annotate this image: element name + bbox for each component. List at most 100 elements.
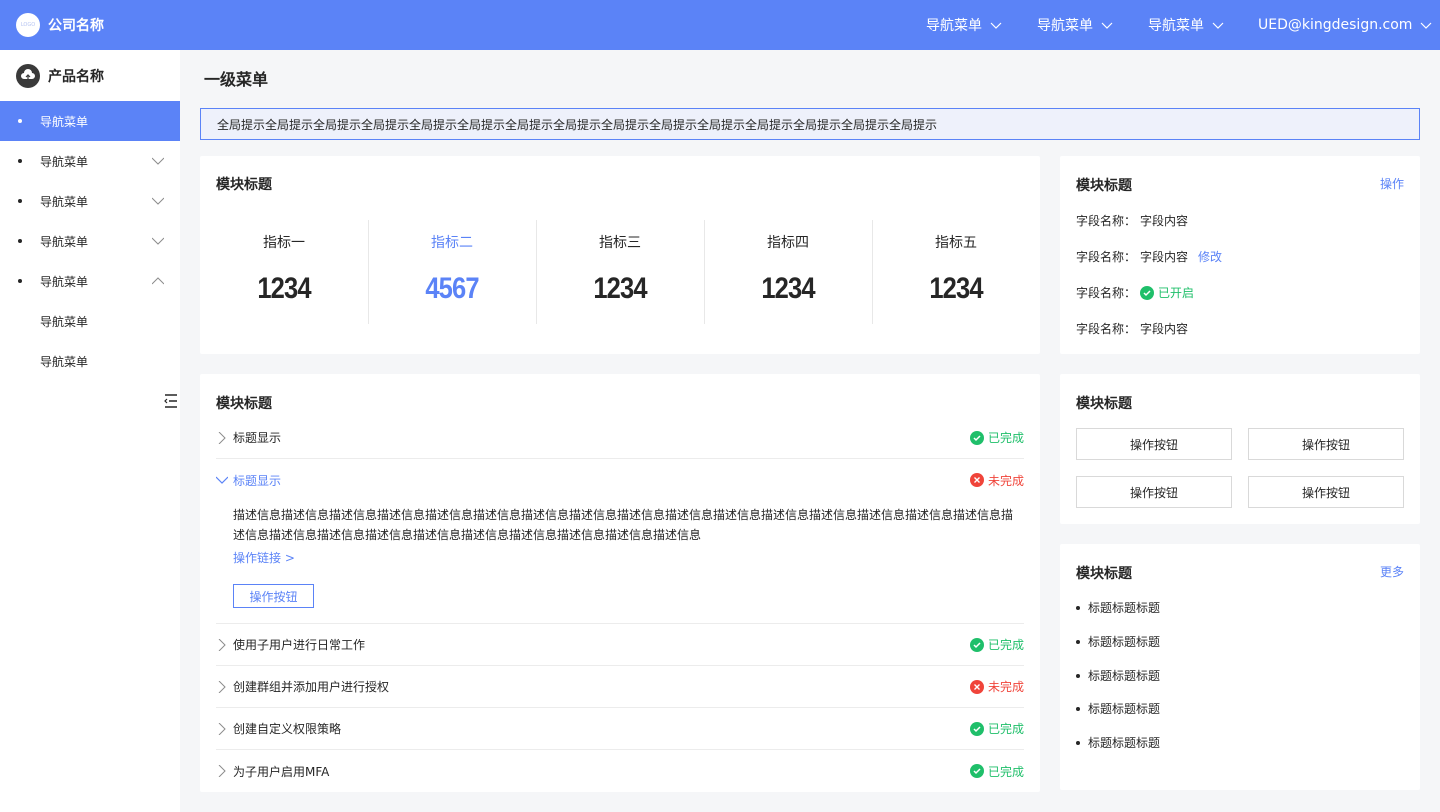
metric-value: 1234 (257, 272, 311, 305)
field-row: 字段名称： 字段内容 (1076, 212, 1188, 229)
sidebar-item-4[interactable]: 导航菜单 (0, 221, 180, 261)
company-name: 公司名称 (48, 18, 104, 34)
product-name: 产品名称 (48, 69, 104, 85)
field-label: 字段名称： (1076, 286, 1137, 300)
accordion-card: 模块标题 标题显示 已完成 标题显示 未完成 描述信息描述信息描述信息描述信息描… (200, 374, 1040, 792)
card-title: 模块标题 (216, 177, 272, 193)
chevron-down-icon (1421, 22, 1432, 29)
chevron-down-icon (216, 476, 228, 484)
bullet-dot (18, 279, 22, 283)
bullet-dot (18, 159, 22, 163)
top-nav-label: 导航菜单 (1148, 18, 1204, 34)
page-title: 一级菜单 (204, 70, 269, 89)
top-nav-item-3[interactable]: 导航菜单 (1148, 0, 1224, 50)
check-circle-icon (969, 430, 984, 445)
accordion-row-5[interactable]: 创建自定义权限策略 已完成 (216, 708, 1024, 750)
user-menu[interactable]: UED@kingdesign.com (1258, 0, 1432, 50)
bullet-dot (18, 199, 22, 203)
metric-value: 1234 (593, 272, 647, 305)
row-title: 创建群组并添加用户进行授权 (233, 680, 390, 694)
sidebar-item-3[interactable]: 导航菜单 (0, 181, 180, 221)
operation-button-3[interactable]: 操作按钮 (1076, 476, 1232, 508)
status-text: 已完成 (987, 764, 1024, 779)
top-nav-item-2[interactable]: 导航菜单 (1037, 0, 1113, 50)
sidebar: 产品名称 导航菜单 导航菜单 导航菜单 导航菜单 导航菜单 导航菜单 导航菜单 (0, 50, 180, 812)
metric-5: 指标五 1234 (872, 220, 1040, 324)
user-email: UED@kingdesign.com (1258, 17, 1413, 33)
top-bar: LOGO 公司名称 导航菜单 导航菜单 导航菜单 UED@kingdesign.… (0, 0, 1440, 50)
close-circle-icon (969, 679, 984, 694)
status-badge: 未完成 (969, 678, 1024, 695)
list-item-label: 标题标题标题 (1088, 669, 1161, 683)
status-badge: 已完成 (969, 429, 1024, 446)
sidebar-item-5[interactable]: 导航菜单 (0, 261, 180, 301)
check-circle-icon (969, 764, 984, 778)
metric-label: 指标三 (599, 235, 641, 251)
accordion-row-1[interactable]: 标题显示 已完成 (216, 417, 1024, 459)
list-item[interactable]: 标题标题标题 (1076, 667, 1160, 684)
chevron-right-icon (218, 638, 226, 651)
operation-button[interactable]: 操作按钮 (233, 584, 314, 608)
collapse-menu-icon[interactable] (163, 393, 179, 409)
operation-button-4[interactable]: 操作按钮 (1248, 476, 1404, 508)
row-title: 标题显示 (233, 431, 282, 445)
field-value: 字段内容 (1140, 322, 1189, 336)
metrics-card: 模块标题 指标一 1234 指标二 4567 指标三 1234 指标四 1234… (200, 156, 1040, 354)
metric-value: 4567 (425, 272, 479, 305)
row-description: 描述信息描述信息描述信息描述信息描述信息描述信息描述信息描述信息描述信息描述信息… (233, 508, 1014, 542)
status-text: 已开启 (1158, 286, 1195, 300)
sidebar-subitem-2[interactable]: 导航菜单 (0, 341, 180, 381)
logo[interactable]: LOGO (16, 13, 40, 37)
list-item[interactable]: 标题标题标题 (1076, 700, 1160, 717)
field-label: 字段名称： (1076, 214, 1137, 228)
field-row: 字段名称： 字段内容 (1076, 320, 1188, 337)
bullet-dot (1076, 673, 1080, 678)
accordion-row-2[interactable]: 标题显示 未完成 (216, 459, 1024, 501)
sidebar-item-label: 导航菜单 (40, 194, 89, 209)
list-item[interactable]: 标题标题标题 (1076, 734, 1160, 751)
bullet-dot (1076, 740, 1080, 745)
accordion-row-6[interactable]: 为子用户启用MFA 已完成 (216, 750, 1024, 792)
field-label: 字段名称： (1076, 250, 1137, 264)
metric-1: 指标一 1234 (200, 220, 368, 324)
action-link[interactable]: 操作 (1380, 175, 1404, 192)
chevron-down-icon (1212, 22, 1224, 29)
more-link[interactable]: 更多 (1380, 563, 1404, 580)
status-enabled: 已开启 (1140, 284, 1194, 301)
metric-label: 指标一 (263, 235, 305, 251)
field-label: 字段名称： (1076, 322, 1137, 336)
chevron-right-icon (218, 680, 226, 693)
list-item-label: 标题标题标题 (1088, 702, 1161, 716)
bullet-dot (1076, 706, 1080, 711)
sidebar-subitem-1[interactable]: 导航菜单 (0, 301, 180, 341)
status-badge: 已完成 (969, 636, 1024, 653)
status-text: 已完成 (987, 722, 1024, 736)
bullet-dot (1076, 605, 1080, 610)
sidebar-item-1[interactable]: 导航菜单 (0, 101, 180, 141)
metric-value: 1234 (761, 272, 815, 305)
accordion-row-4[interactable]: 创建群组并添加用户进行授权 未完成 (216, 666, 1024, 708)
operation-link[interactable]: 操作链接 > (233, 549, 295, 566)
card-title: 模块标题 (216, 396, 272, 412)
top-nav-item-1[interactable]: 导航菜单 (926, 0, 1002, 50)
bullet-dot (18, 119, 22, 123)
bullet-dot (1076, 639, 1080, 644)
list-item[interactable]: 标题标题标题 (1076, 599, 1160, 616)
logo-text: LOGO (20, 22, 36, 28)
accordion-row-3[interactable]: 使用子用户进行日常工作 已完成 (216, 624, 1024, 666)
operation-button-2[interactable]: 操作按钮 (1248, 428, 1404, 460)
chevron-right-icon (218, 431, 226, 444)
check-circle-icon (969, 637, 984, 652)
metric-label: 指标五 (935, 235, 977, 251)
operation-button-1[interactable]: 操作按钮 (1076, 428, 1232, 460)
sidebar-item-2[interactable]: 导航菜单 (0, 141, 180, 181)
global-notice: 全局提示全局提示全局提示全局提示全局提示全局提示全局提示全局提示全局提示全局提示… (200, 108, 1420, 140)
list-item[interactable]: 标题标题标题 (1076, 633, 1160, 650)
metric-3: 指标三 1234 (536, 220, 704, 324)
field-value: 字段内容 (1140, 250, 1189, 264)
row-title: 使用子用户进行日常工作 (233, 638, 366, 652)
status-text: 未完成 (987, 473, 1024, 488)
edit-link[interactable]: 修改 (1198, 248, 1222, 265)
field-row: 字段名称： 字段内容 修改 (1076, 248, 1222, 265)
chevron-right-icon (218, 722, 226, 735)
